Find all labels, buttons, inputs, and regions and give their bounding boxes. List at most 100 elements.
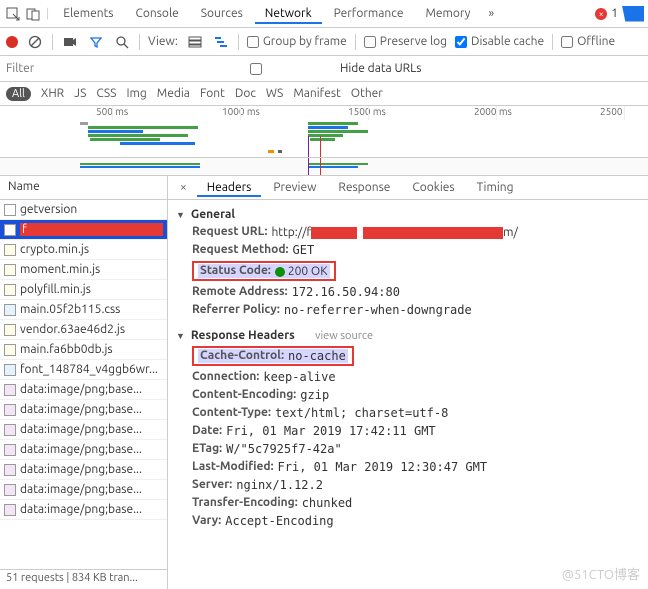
file-name: main.05f2b115.css — [20, 303, 120, 316]
request-row[interactable]: data:image/png;base... — [0, 460, 167, 480]
request-row[interactable]: data:image/png;base... — [0, 380, 167, 400]
type-filters: All XHR JS CSS Img Media Font Doc WS Man… — [0, 82, 648, 106]
request-row[interactable]: data:image/png;base... — [0, 420, 167, 440]
filter-doc[interactable]: Doc — [235, 87, 256, 100]
request-row[interactable]: data:image/png;base... — [0, 400, 167, 420]
group-by-frame-checkbox[interactable]: Group by frame — [247, 35, 347, 48]
tab-performance[interactable]: Performance — [324, 3, 414, 24]
file-icon — [4, 384, 16, 396]
camera-icon[interactable] — [61, 33, 79, 51]
request-row[interactable]: getversion — [0, 200, 167, 220]
file-name: getversion — [20, 203, 77, 216]
tab-preview[interactable]: Preview — [263, 178, 326, 197]
request-row[interactable]: f — [0, 220, 167, 240]
file-name: polyfill.min.js — [20, 283, 91, 296]
file-icon — [4, 204, 16, 216]
large-rows-icon[interactable] — [186, 33, 204, 51]
tabs-overflow[interactable]: » — [482, 7, 500, 20]
filter-font[interactable]: Font — [200, 87, 225, 100]
tab-cookies[interactable]: Cookies — [402, 178, 464, 197]
record-button[interactable] — [6, 36, 18, 48]
tab-timing[interactable]: Timing — [467, 178, 524, 197]
hide-data-urls-checkbox[interactable]: Hide data URLs — [176, 62, 421, 75]
file-name: data:image/png;base... — [20, 383, 142, 396]
section-general[interactable]: ▼General — [168, 206, 648, 223]
file-icon — [4, 504, 16, 516]
tab-sources[interactable]: Sources — [191, 3, 253, 24]
search-icon[interactable] — [113, 33, 131, 51]
cache-control: Cache-Control:no-cache — [168, 344, 648, 368]
separator — [52, 34, 53, 50]
request-row[interactable]: data:image/png;base... — [0, 500, 167, 520]
filter-xhr[interactable]: XHR — [41, 87, 64, 100]
error-count: 1 — [611, 7, 618, 20]
waterfall-icon[interactable] — [212, 33, 230, 51]
content-type: Content-Type:text/html; charset=utf-8 — [168, 404, 648, 422]
request-method: Request Method:GET — [168, 241, 648, 259]
triangle-down-icon: ▼ — [176, 331, 185, 341]
request-row[interactable]: crypto.min.js — [0, 240, 167, 260]
request-row[interactable]: main.fa6bb0db.js — [0, 340, 167, 360]
file-icon — [4, 304, 16, 316]
file-name: data:image/png;base... — [20, 503, 142, 516]
tab-headers[interactable]: Headers — [197, 178, 262, 197]
tab-elements[interactable]: Elements — [53, 3, 123, 24]
status-bar: 51 requests | 834 KB tran... — [0, 569, 167, 589]
offline-checkbox[interactable]: Offline — [561, 35, 615, 48]
filter-icon[interactable] — [87, 33, 105, 51]
file-icon — [4, 264, 16, 276]
disable-cache-checkbox[interactable]: Disable cache — [455, 35, 544, 48]
preserve-log-checkbox[interactable]: Preserve log — [364, 35, 447, 48]
filter-img[interactable]: Img — [126, 87, 146, 100]
device-icon[interactable] — [24, 5, 42, 23]
date: Date:Fri, 01 Mar 2019 17:42:11 GMT — [168, 422, 648, 440]
request-row[interactable]: polyfill.min.js — [0, 280, 167, 300]
request-row[interactable]: vendor.63ae46d2.js — [0, 320, 167, 340]
tick: 1500 ms — [348, 106, 386, 117]
tab-memory[interactable]: Memory — [415, 3, 480, 24]
view-label: View: — [148, 35, 178, 48]
filter-input[interactable] — [6, 62, 166, 75]
column-header-name[interactable]: Name — [0, 176, 167, 200]
filter-other[interactable]: Other — [351, 87, 383, 100]
request-row[interactable]: data:image/png;base... — [0, 440, 167, 460]
section-response-headers[interactable]: ▼Response Headers view source — [168, 327, 648, 344]
filter-ws[interactable]: WS — [266, 87, 283, 100]
connection: Connection:keep-alive — [168, 368, 648, 386]
request-row[interactable]: main.05f2b115.css — [0, 300, 167, 320]
error-indicator[interactable]: × 1 — [595, 6, 644, 22]
filter-media[interactable]: Media — [157, 87, 190, 100]
file-icon — [4, 404, 16, 416]
main-split: Name getversion fcrypto.min.js moment.min.… — [0, 176, 648, 589]
timeline-overview[interactable]: 500 ms 1000 ms 1500 ms 2000 ms 2500 — [0, 106, 648, 158]
file-icon — [4, 324, 16, 336]
filter-css[interactable]: CSS — [96, 87, 116, 100]
timeline-mini[interactable] — [0, 158, 648, 176]
file-name: vendor.63ae46d2.js — [20, 323, 125, 336]
file-name: data:image/png;base... — [20, 423, 142, 436]
tab-console[interactable]: Console — [126, 3, 189, 24]
last-modified: Last-Modified:Fri, 01 Mar 2019 12:30:47 … — [168, 458, 648, 476]
close-icon[interactable]: × — [172, 181, 195, 194]
content-encoding: Content-Encoding:gzip — [168, 386, 648, 404]
request-row[interactable]: font_148784_v4ggb6wr... — [0, 360, 167, 380]
separator: | — [46, 7, 49, 20]
inspect-icon[interactable] — [4, 5, 22, 23]
file-icon — [4, 244, 16, 256]
filter-manifest[interactable]: Manifest — [293, 87, 340, 100]
tab-network[interactable]: Network — [255, 3, 322, 24]
filter-all[interactable]: All — [6, 87, 31, 101]
view-source-link[interactable]: view source — [315, 330, 373, 342]
triangle-down-icon: ▼ — [176, 210, 185, 220]
file-icon — [4, 484, 16, 496]
request-detail: × Headers Preview Response Cookies Timin… — [168, 176, 648, 589]
request-row[interactable]: moment.min.js — [0, 260, 167, 280]
devtools-tabs: | Elements Console Sources Network Perfo… — [0, 0, 648, 28]
status-code: Status Code:200 OK — [168, 259, 648, 283]
file-name: moment.min.js — [20, 263, 100, 276]
clear-icon[interactable] — [26, 33, 44, 51]
file-name: data:image/png;base... — [20, 483, 142, 496]
request-row[interactable]: data:image/png;base... — [0, 480, 167, 500]
filter-js[interactable]: JS — [74, 87, 86, 100]
tab-response[interactable]: Response — [328, 178, 400, 197]
